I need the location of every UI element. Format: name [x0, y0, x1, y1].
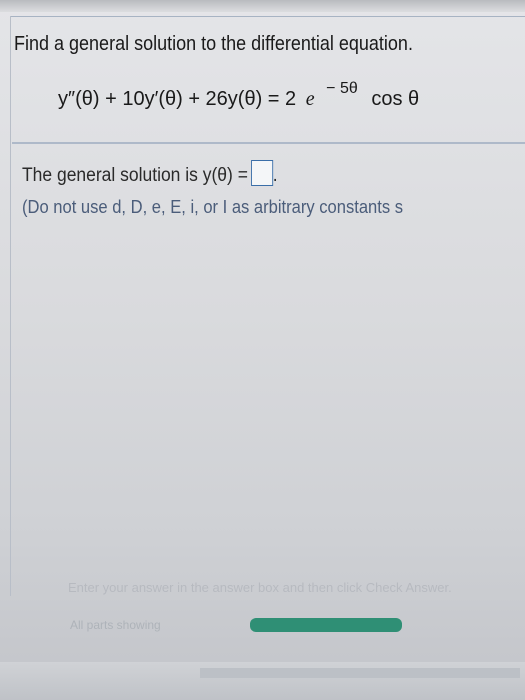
answer-suffix: . — [272, 165, 278, 186]
equation-exp-base: e — [305, 88, 315, 110]
monitor-bezel — [0, 0, 525, 12]
constants-note: (Do not use d, D, e, E, i, or I as arbit… — [22, 197, 404, 217]
answer-input-box[interactable] — [250, 160, 273, 186]
question-prompt: Find a general solution to the different… — [14, 33, 413, 55]
equation-trailing: cos θ — [371, 88, 420, 110]
section-divider — [12, 142, 525, 144]
question-panel-left-border — [10, 16, 11, 596]
footer-instruction: Enter your answer in the answer box and … — [68, 580, 452, 595]
equation-exponent: − 5θ — [326, 80, 358, 97]
parts-progress-bar — [250, 618, 402, 632]
answer-label: The general solution is y(θ) = — [22, 165, 248, 186]
differential-equation: y″(θ) + 10y′(θ) + 26y(θ) = 2 e − 5θ cos … — [58, 80, 420, 111]
equation-lhs: y″(θ) + 10y′(θ) + 26y(θ) = 2 — [58, 88, 297, 110]
parts-label: All parts showing — [70, 618, 161, 632]
browser-page: Find a general solution to the different… — [0, 0, 525, 700]
question-panel-top-border — [10, 16, 525, 17]
answer-line: The general solution is y(θ) =. — [22, 160, 278, 187]
bottom-toolbar-strip — [200, 668, 520, 678]
